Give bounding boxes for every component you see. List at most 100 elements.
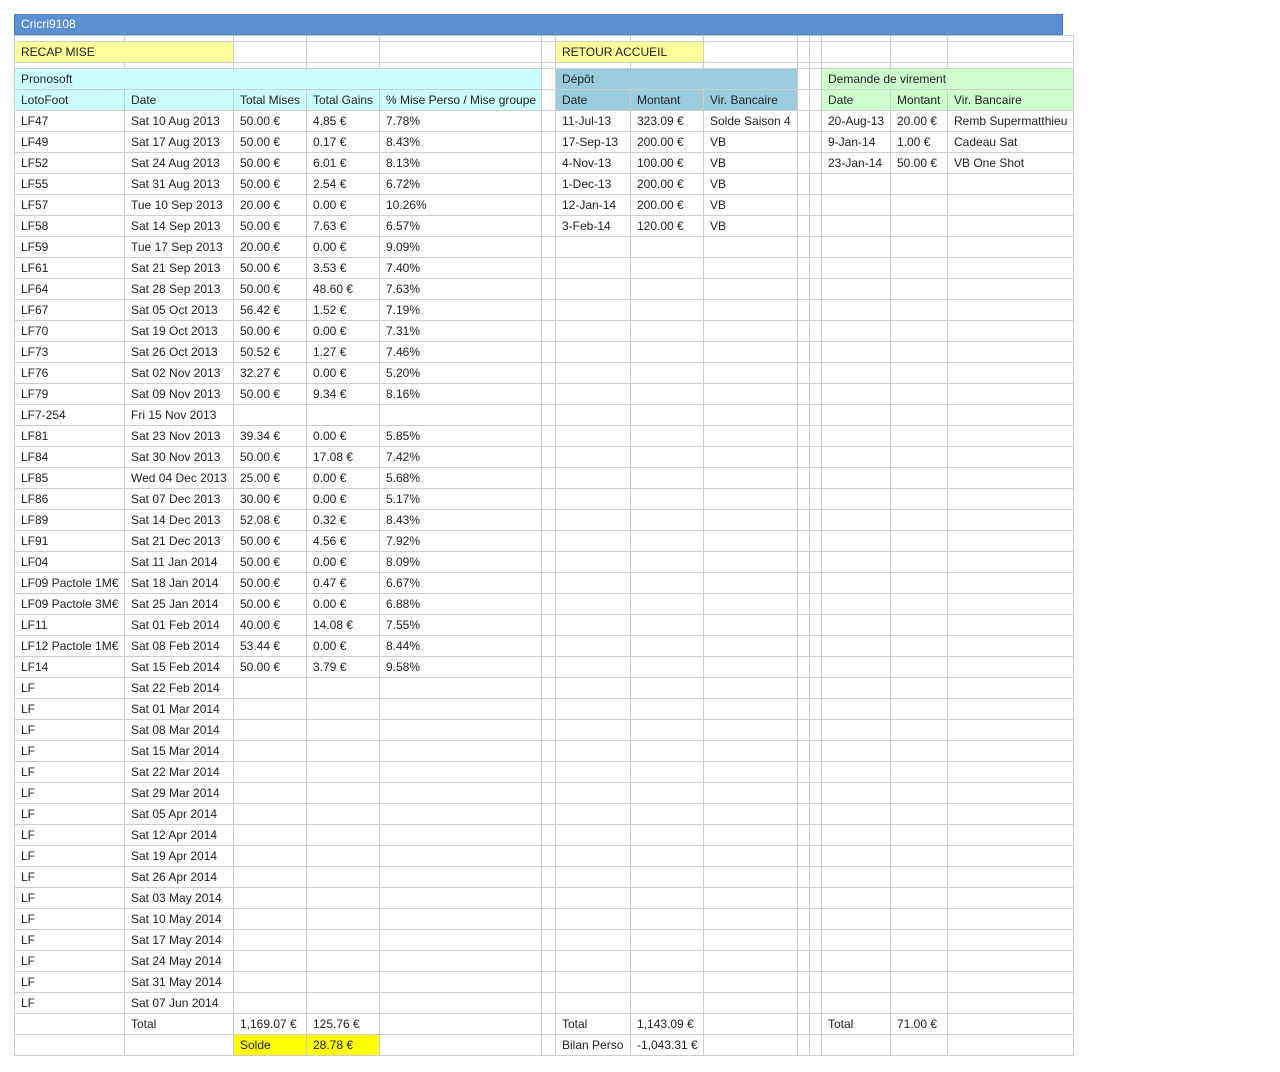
empty-cell [703, 362, 798, 384]
empty-cell [890, 593, 948, 615]
empty-cell [890, 572, 948, 594]
empty-cell [630, 320, 704, 342]
date-cell: Sat 22 Feb 2014 [124, 677, 234, 699]
total-mises-cell: 25.00 € [233, 467, 307, 489]
table-row: LF67 Sat 05 Oct 2013 56.42 €1.52 €7.19% [14, 299, 1074, 321]
date-cell: Sat 15 Mar 2014 [124, 740, 234, 762]
gap-cell [541, 425, 556, 447]
empty-cell [890, 1034, 948, 1056]
empty-cell [947, 719, 1074, 741]
empty-cell [703, 1013, 798, 1035]
empty-cell [947, 1034, 1074, 1056]
total-gains-cell [306, 971, 380, 993]
gap-cell [541, 278, 556, 300]
mise-percent-cell: 7.78% [379, 110, 542, 132]
empty-cell [890, 950, 948, 972]
gap-cell [797, 383, 810, 405]
mise-percent-cell: 6.57% [379, 215, 542, 237]
gap-cell [797, 215, 810, 237]
table-row: LF81 Sat 23 Nov 2013 39.34 €0.00 €5.85% [14, 425, 1074, 447]
empty-cell [703, 887, 798, 909]
total-gains-cell [306, 908, 380, 930]
table-row: LF Sat 12 Apr 2014 [14, 824, 1074, 846]
empty-cell [890, 215, 948, 237]
table-row: LF Sat 10 May 2014 [14, 908, 1074, 930]
gap-cell [541, 572, 556, 594]
empty-cell [703, 278, 798, 300]
depot-total-value: 1,143.09 € [630, 1013, 704, 1035]
total-mises-cell: 50.00 € [233, 278, 307, 300]
gap-cell [541, 446, 556, 468]
empty-cell [947, 761, 1074, 783]
empty-cell [947, 992, 1074, 1014]
mise-percent-cell: 7.42% [379, 446, 542, 468]
gap-cell [797, 719, 810, 741]
date-cell: Tue 17 Sep 2013 [124, 236, 234, 258]
empty-cell [555, 782, 631, 804]
table-row: LF55 Sat 31 Aug 2013 50.00 €2.54 €6.72% 1-D… [14, 173, 1074, 195]
empty-cell [947, 845, 1074, 867]
total-gains-cell [306, 719, 380, 741]
gap-cell [809, 236, 822, 258]
total-mises-cell: 40.00 € [233, 614, 307, 636]
mise-percent-cell [379, 782, 542, 804]
depot-vir-cell: VB [703, 215, 798, 237]
bilan-perso-value: -1,043.31 € [630, 1034, 704, 1056]
gap-cell [541, 236, 556, 258]
empty-cell [890, 614, 948, 636]
virement-date-cell: 20-Aug-13 [821, 110, 891, 132]
empty-cell [630, 740, 704, 762]
empty-cell [555, 929, 631, 951]
empty-cell [821, 971, 891, 993]
empty-cell [703, 299, 798, 321]
gap-cell [541, 824, 556, 846]
empty-cell [555, 887, 631, 909]
empty-cell [555, 530, 631, 552]
empty-cell [703, 824, 798, 846]
empty-cell [703, 530, 798, 552]
mise-percent-cell [379, 908, 542, 930]
sheet-title: Cricri9108 [14, 14, 1063, 35]
empty-cell [703, 509, 798, 531]
mise-percent-cell: 10.26% [379, 194, 542, 216]
virement-date-cell: 23-Jan-14 [821, 152, 891, 174]
depot-montant-cell: 200.00 € [630, 173, 704, 195]
empty-cell [703, 320, 798, 342]
total-mises-cell [233, 782, 307, 804]
gap-cell [797, 845, 810, 867]
empty-cell [703, 908, 798, 930]
pronosoft-column-header: Date [124, 89, 234, 111]
gap-cell [797, 824, 810, 846]
total-gains-cell [306, 761, 380, 783]
gap-cell [797, 341, 810, 363]
gap-cell [797, 698, 810, 720]
virement-vir-cell: Remb Supermatthieu [947, 110, 1074, 132]
empty-cell [821, 929, 891, 951]
total-gains-cell: 0.00 € [306, 425, 380, 447]
depot-date-cell: 3-Feb-14 [555, 215, 631, 237]
lotofoot-cell: LF79 [14, 383, 125, 405]
empty-cell [821, 215, 891, 237]
recap-mise-link[interactable]: RECAP MISE [14, 41, 234, 63]
gap-cell [541, 383, 556, 405]
gap-cell [541, 215, 556, 237]
retour-accueil-link[interactable]: RETOUR ACCUEIL [555, 41, 704, 63]
date-cell: Fri 15 Nov 2013 [124, 404, 234, 426]
date-cell: Sat 31 May 2014 [124, 971, 234, 993]
empty-cell [630, 761, 704, 783]
table-row: LF Sat 15 Mar 2014 [14, 740, 1074, 762]
total-gains-cell [306, 677, 380, 699]
gap-cell [809, 887, 822, 909]
empty-cell [947, 320, 1074, 342]
gap-cell [809, 425, 822, 447]
depot-vir-cell: VB [703, 173, 798, 195]
gap-cell [797, 257, 810, 279]
table-row: LF Sat 17 May 2014 [14, 929, 1074, 951]
virement-column-header: Date [821, 89, 891, 111]
total-gains-cell: 0.47 € [306, 572, 380, 594]
pronosoft-column-header: Total Mises [233, 89, 307, 111]
gap-cell [797, 110, 810, 132]
empty-cell [630, 992, 704, 1014]
gap-cell [797, 278, 810, 300]
gap-cell [797, 572, 810, 594]
